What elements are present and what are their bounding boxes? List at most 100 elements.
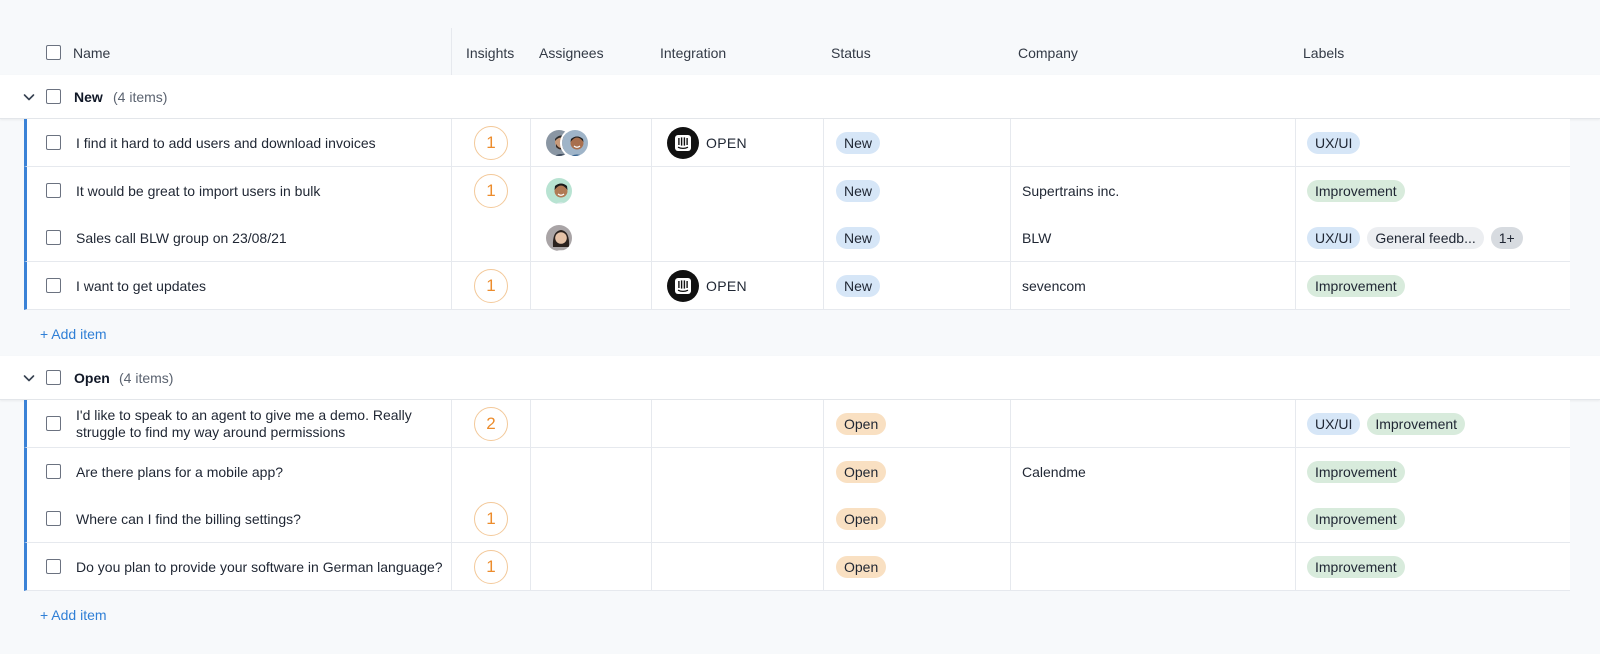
label-tag[interactable]: UX/UI bbox=[1307, 132, 1361, 154]
column-header-company[interactable]: Company bbox=[1018, 28, 1078, 78]
cell-divider bbox=[823, 495, 824, 543]
label-tag[interactable]: UX/UI bbox=[1307, 227, 1361, 249]
table-row[interactable]: Sales call BLW group on 23/08/21 New BLW UX… bbox=[24, 214, 1570, 262]
column-divider[interactable] bbox=[451, 28, 452, 78]
cell-divider bbox=[530, 495, 531, 543]
integration-status: OPEN bbox=[706, 278, 747, 294]
row-title[interactable]: I want to get updates bbox=[76, 262, 461, 310]
row-checkbox[interactable] bbox=[46, 559, 61, 574]
avatar[interactable] bbox=[544, 176, 574, 206]
row-checkbox[interactable] bbox=[46, 135, 61, 150]
table-row[interactable]: It would be great to import users in bul… bbox=[24, 167, 1570, 215]
row-title[interactable]: Where can I find the billing settings? bbox=[76, 495, 461, 543]
table-row[interactable]: I find it hard to add users and download… bbox=[24, 119, 1570, 167]
label-tag[interactable]: Improvement bbox=[1307, 180, 1405, 202]
insights-count-badge[interactable]: 1 bbox=[474, 174, 508, 208]
label-tag[interactable]: Improvement bbox=[1307, 556, 1405, 578]
cell-divider bbox=[1295, 495, 1296, 543]
row-title[interactable]: I find it hard to add users and download… bbox=[76, 119, 461, 167]
group-select-checkbox[interactable] bbox=[46, 89, 61, 104]
cell-divider bbox=[1295, 167, 1296, 215]
table-row[interactable]: I want to get updates 1 OPEN New sevencom Imp… bbox=[24, 262, 1570, 310]
row-checkbox[interactable] bbox=[46, 230, 61, 245]
label-tag[interactable]: Improvement bbox=[1307, 508, 1405, 530]
group-header-new[interactable]: New (4 items) bbox=[0, 75, 1600, 119]
cell-divider bbox=[530, 543, 531, 591]
labels-list: Improvement bbox=[1307, 508, 1405, 530]
status-badge[interactable]: New bbox=[836, 180, 881, 202]
cell-divider bbox=[530, 262, 531, 310]
avatar[interactable] bbox=[560, 128, 590, 158]
status-badge[interactable]: New bbox=[836, 132, 881, 154]
status-badge[interactable]: Open bbox=[836, 461, 887, 483]
status-badge[interactable]: Open bbox=[836, 508, 887, 530]
row-checkbox[interactable] bbox=[46, 511, 61, 526]
intercom-icon[interactable] bbox=[667, 270, 699, 302]
company-name[interactable]: Calendme bbox=[1022, 448, 1086, 496]
insights-count-badge[interactable]: 2 bbox=[474, 407, 508, 441]
status-badge[interactable]: New bbox=[836, 275, 881, 297]
cell-divider bbox=[651, 119, 652, 167]
cell-divider bbox=[823, 262, 824, 310]
cell-divider bbox=[823, 119, 824, 167]
table-row[interactable]: Do you plan to provide your software in … bbox=[24, 543, 1570, 591]
status-badge[interactable]: New bbox=[836, 227, 881, 249]
status-badge[interactable]: Open bbox=[836, 556, 887, 578]
row-checkbox[interactable] bbox=[46, 278, 61, 293]
cell-divider bbox=[1010, 400, 1011, 448]
column-header-status[interactable]: Status bbox=[831, 28, 871, 78]
row-title[interactable]: It would be great to import users in bul… bbox=[76, 167, 461, 215]
cell-divider bbox=[1010, 448, 1011, 496]
insights-count-badge[interactable]: 1 bbox=[474, 269, 508, 303]
column-header-name[interactable]: Name bbox=[73, 28, 110, 78]
group-header-open[interactable]: Open (4 items) bbox=[0, 356, 1600, 400]
company-name[interactable]: sevencom bbox=[1022, 262, 1086, 310]
labels-list: Improvement bbox=[1307, 461, 1405, 483]
column-header-insights[interactable]: Insights bbox=[466, 28, 514, 78]
group-select-checkbox[interactable] bbox=[46, 370, 61, 385]
company-name[interactable]: BLW bbox=[1022, 214, 1051, 262]
label-tag[interactable]: Improvement bbox=[1307, 275, 1405, 297]
cell-divider bbox=[823, 400, 824, 448]
table-header: Name Insights Assignees Integration Stat… bbox=[0, 28, 1600, 78]
row-checkbox[interactable] bbox=[46, 416, 61, 431]
label-tag[interactable]: Improvement bbox=[1367, 413, 1466, 435]
label-tag[interactable]: UX/UI bbox=[1307, 413, 1361, 435]
row-title[interactable]: Are there plans for a mobile app? bbox=[76, 448, 461, 496]
table-row[interactable]: I'd like to speak to an agent to give me… bbox=[24, 400, 1570, 448]
insights-count-badge[interactable]: 1 bbox=[474, 502, 508, 536]
cell-divider bbox=[530, 214, 531, 262]
table-row[interactable]: Are there plans for a mobile app? Open Cal… bbox=[24, 448, 1570, 496]
row-title[interactable]: I'd like to speak to an agent to give me… bbox=[76, 400, 461, 448]
row-checkbox[interactable] bbox=[46, 464, 61, 479]
cell-divider bbox=[530, 167, 531, 215]
intercom-icon[interactable] bbox=[667, 127, 699, 159]
select-all-checkbox[interactable] bbox=[46, 45, 61, 60]
row-checkbox[interactable] bbox=[46, 183, 61, 198]
labels-list: Improvement bbox=[1307, 275, 1405, 297]
cell-divider bbox=[1295, 543, 1296, 591]
label-tag[interactable]: 1+ bbox=[1490, 227, 1523, 249]
column-header-labels[interactable]: Labels bbox=[1303, 28, 1344, 78]
cell-divider bbox=[1010, 543, 1011, 591]
insights-count-badge[interactable]: 1 bbox=[474, 550, 508, 584]
column-header-integration[interactable]: Integration bbox=[660, 28, 726, 78]
chevron-down-icon[interactable] bbox=[20, 88, 38, 106]
table-row[interactable]: Where can I find the billing settings? 1 O… bbox=[24, 495, 1570, 543]
label-tag[interactable]: General feedb... bbox=[1367, 227, 1484, 249]
chevron-down-icon[interactable] bbox=[20, 369, 38, 387]
row-title[interactable]: Sales call BLW group on 23/08/21 bbox=[76, 214, 461, 262]
company-name[interactable]: Supertrains inc. bbox=[1022, 167, 1119, 215]
label-tag[interactable]: Improvement bbox=[1307, 461, 1405, 483]
add-item-button[interactable]: + Add item bbox=[40, 326, 107, 342]
cell-divider bbox=[1295, 214, 1296, 262]
group-title: Open bbox=[74, 370, 110, 386]
insights-count-badge[interactable]: 1 bbox=[474, 126, 508, 160]
row-title[interactable]: Do you plan to provide your software in … bbox=[76, 543, 461, 591]
cell-divider bbox=[1010, 167, 1011, 215]
add-item-button[interactable]: + Add item bbox=[40, 607, 107, 623]
cell-divider bbox=[651, 448, 652, 496]
status-badge[interactable]: Open bbox=[836, 413, 887, 435]
avatar[interactable] bbox=[544, 223, 574, 253]
column-header-assignees[interactable]: Assignees bbox=[539, 28, 604, 78]
